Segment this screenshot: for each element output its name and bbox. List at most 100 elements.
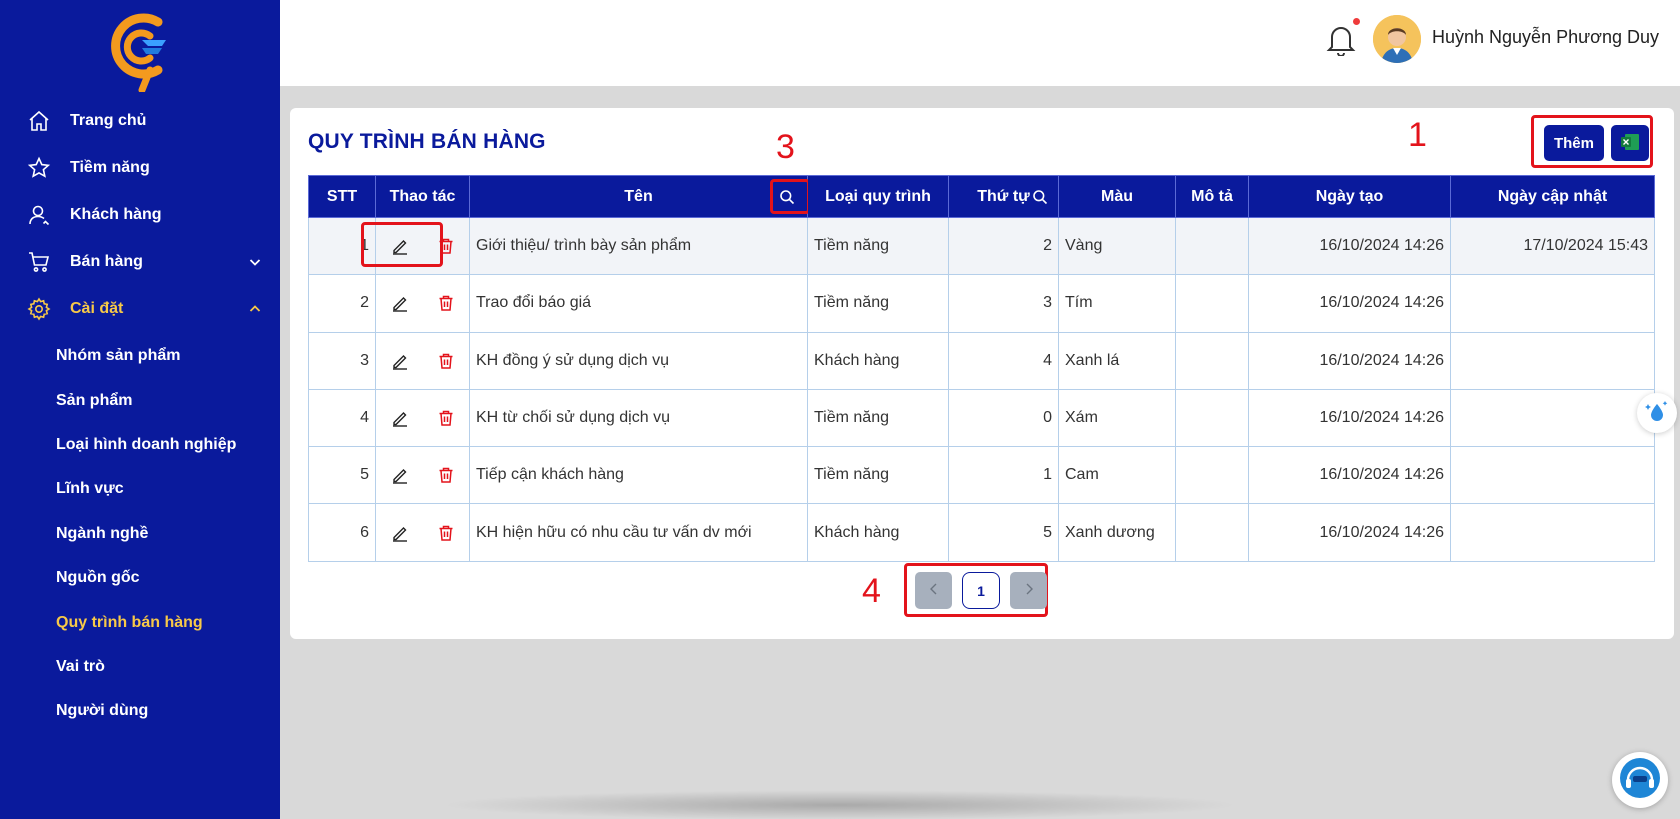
cell-updated [1450,503,1655,562]
cell-order: 4 [948,331,1059,390]
sidebar-item-fields[interactable]: Lĩnh vực [0,467,280,511]
sidebar-item-sources[interactable]: Nguồn gốc [0,556,280,600]
cell-process-type: Khách hàng [807,331,949,390]
app-logo[interactable] [106,8,174,94]
bell-icon[interactable] [1326,22,1356,57]
prev-page-button[interactable] [915,572,952,609]
edit-icon[interactable] [388,291,412,315]
annotation-box-3 [770,179,810,214]
sidebar-nav: Trang chủ Tiềm năng Khách hàng Bán hàng [0,97,280,734]
edit-icon[interactable] [388,349,412,373]
sidebar-item-settings[interactable]: Cài đặt [0,285,280,332]
sidebar-item-product-groups[interactable]: Nhóm sản phẩm [0,334,280,378]
annotation-number-1: 1 [1408,116,1427,154]
col-header-updated: Ngày cập nhật [1450,175,1655,218]
cell-description [1175,503,1249,562]
chevron-down-icon [248,255,262,269]
cell-description [1175,216,1249,276]
cell-process-type: Tiềm năng [807,388,949,448]
cart-icon [26,249,52,275]
cell-color: Cam [1058,446,1176,505]
cell-color: Xanh lá [1058,331,1176,390]
col-header-name: Tên [469,175,810,218]
helpdesk-button[interactable] [1612,752,1668,808]
star-icon [26,155,52,181]
delete-icon[interactable] [434,406,458,430]
col-header-label: Tên [624,187,653,205]
cell-stt: 6 [308,503,376,562]
cell-description [1175,331,1249,390]
col-header-color: Màu [1058,175,1176,218]
home-icon [26,108,52,134]
col-header-actions: Thao tác [375,175,470,218]
add-button[interactable]: Thêm [1544,125,1604,161]
sidebar: Trang chủ Tiềm năng Khách hàng Bán hàng [0,0,280,819]
cell-order: 1 [948,446,1059,505]
cell-name: Trao đổi báo giá [469,274,808,333]
chevron-up-icon [248,302,262,316]
cell-process-type: Khách hàng [807,503,949,562]
cell-color: Vàng [1058,216,1176,276]
sidebar-item-home[interactable]: Trang chủ [0,97,280,144]
gear-icon [26,296,52,322]
cell-stt: 4 [308,388,376,448]
cell-actions [375,446,470,505]
annotation-number-4: 4 [862,572,881,610]
cell-color: Tím [1058,274,1176,333]
chevron-right-icon [1023,582,1035,599]
cell-description [1175,388,1249,448]
cell-order: 3 [948,274,1059,333]
delete-icon[interactable] [434,291,458,315]
avatar[interactable] [1373,15,1421,63]
delete-icon[interactable] [434,521,458,545]
ai-assistant-button[interactable] [1637,393,1677,433]
table-row: 1 Giới thiệu/ trình bày sản phẩm Tiềm năng… [308,216,1655,276]
cell-name: KH từ chối sử dụng dịch vụ [469,388,808,448]
sidebar-item-sales[interactable]: Bán hàng [0,238,280,285]
cell-description [1175,446,1249,505]
cell-color: Xám [1058,388,1176,448]
edit-icon[interactable] [388,463,412,487]
cell-created: 16/10/2024 14:26 [1248,446,1451,505]
page-button[interactable]: 1 [962,572,1000,609]
cell-name: Tiếp cận khách hàng [469,446,808,505]
cell-description [1175,274,1249,333]
cell-process-type: Tiềm năng [807,446,949,505]
col-header-created: Ngày tạo [1248,175,1451,218]
cell-process-type: Tiềm năng [807,216,949,276]
edit-icon[interactable] [388,406,412,430]
next-page-button[interactable] [1010,572,1047,609]
cell-actions [375,503,470,562]
sidebar-item-label: Bán hàng [70,252,143,270]
search-icon[interactable] [1032,189,1048,205]
table-row: 6 KH hiện hữu có nhu cầu tư vấn dv mới Khá… [308,503,1655,562]
col-header-description: Mô tả [1175,175,1249,218]
export-excel-button[interactable] [1611,125,1649,161]
sidebar-item-industries[interactable]: Ngành nghề [0,512,280,556]
user-name[interactable]: Huỳnh Nguyễn Phương Duy [1432,27,1659,48]
cell-updated: 17/10/2024 15:43 [1450,216,1655,276]
table-header-row: STT Thao tác Tên Loại quy trình Thứ tự M… [308,175,1655,218]
cell-actions [375,388,470,448]
sales-process-card: QUY TRÌNH BÁN HÀNG 1 Thêm 3 2 4 STT Thao… [290,108,1674,639]
sales-process-table: STT Thao tác Tên Loại quy trình Thứ tự M… [308,175,1655,562]
sidebar-item-roles[interactable]: Vai trò [0,645,280,689]
sidebar-item-business-types[interactable]: Loại hình doanh nghiệp [0,423,280,467]
cell-actions [375,331,470,390]
annotation-number-3: 3 [776,128,795,166]
cell-updated [1450,388,1655,448]
sidebar-item-leads[interactable]: Tiềm năng [0,144,280,191]
cell-order: 2 [948,216,1059,276]
sidebar-item-users[interactable]: Người dùng [0,689,280,733]
sidebar-item-sales-process[interactable]: Quy trình bán hàng [0,600,280,644]
delete-icon[interactable] [434,463,458,487]
sidebar-item-customers[interactable]: Khách hàng [0,191,280,238]
edit-icon[interactable] [388,521,412,545]
chevron-left-icon [928,582,940,599]
col-header-stt: STT [308,175,376,218]
delete-icon[interactable] [434,349,458,373]
settings-submenu: Nhóm sản phẩm Sản phẩm Loại hình doanh n… [0,332,280,734]
cell-actions [375,274,470,333]
sidebar-item-products[interactable]: Sản phẩm [0,378,280,422]
cell-stt: 2 [308,274,376,333]
